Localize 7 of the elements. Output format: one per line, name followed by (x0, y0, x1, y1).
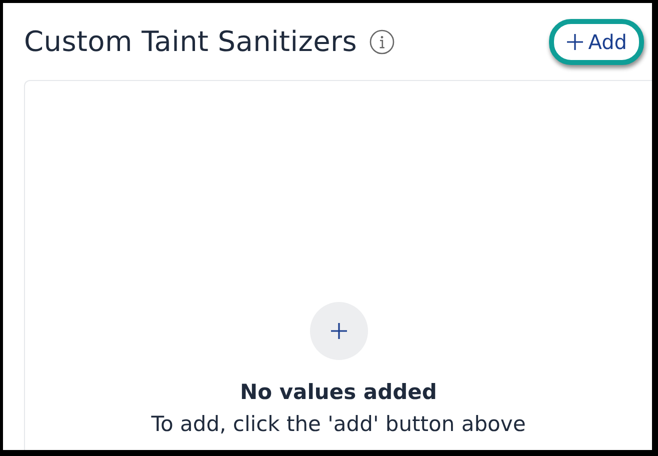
page-title: Custom Taint Sanitizers (24, 25, 358, 58)
empty-heading: No values added (240, 380, 437, 404)
add-button[interactable]: Add (549, 18, 644, 64)
plus-icon (566, 32, 584, 50)
info-icon[interactable] (369, 28, 396, 54)
empty-message: To add, click the 'add' button above (151, 412, 526, 436)
plus-icon (330, 322, 348, 340)
